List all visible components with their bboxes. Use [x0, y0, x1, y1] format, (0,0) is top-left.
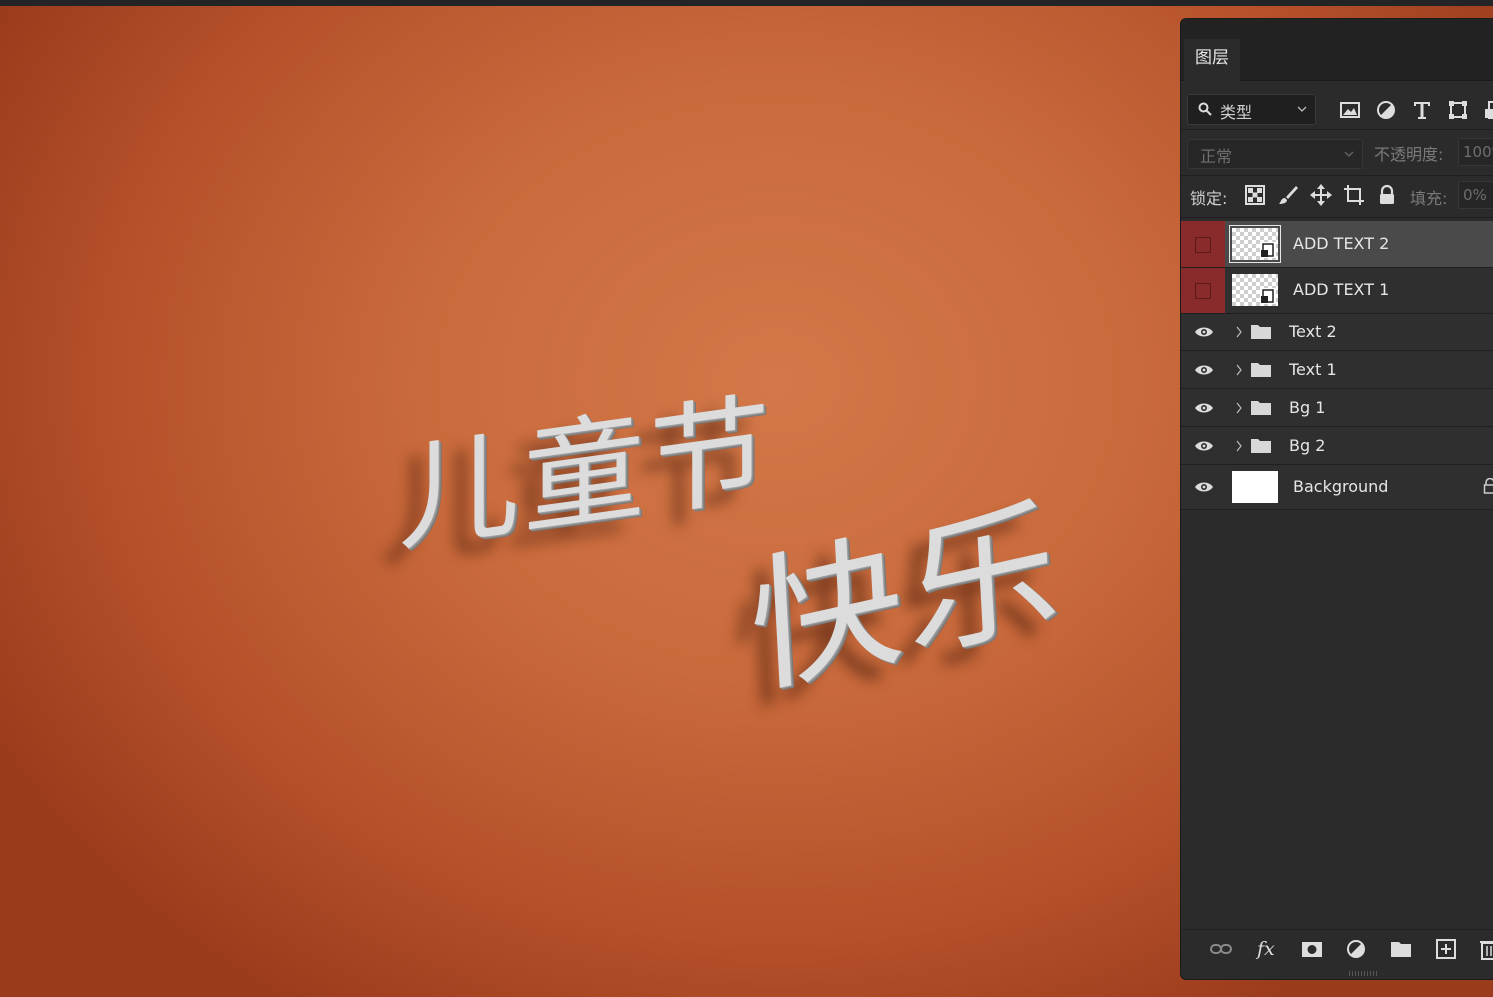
- lock-icon: [1483, 478, 1493, 494]
- chevron-right-icon[interactable]: [1235, 364, 1243, 376]
- layer-name: Text 1: [1289, 360, 1337, 379]
- folder-icon: [1251, 401, 1271, 415]
- artwork-text-line2: 快乐: [745, 478, 1068, 718]
- new-group-icon[interactable]: [1389, 938, 1413, 960]
- opacity-field[interactable]: 100%: [1458, 138, 1493, 166]
- fill-field[interactable]: 0%: [1458, 181, 1493, 209]
- layer-name: Bg 1: [1289, 398, 1326, 417]
- filter-kind-select[interactable]: 类型: [1187, 94, 1316, 125]
- layer-thumbnail: [1229, 225, 1281, 263]
- opacity-label: 不透明度:: [1374, 145, 1444, 164]
- chevron-right-icon[interactable]: [1235, 402, 1243, 414]
- chevron-down-icon: [1344, 151, 1354, 157]
- eye-icon[interactable]: [1194, 481, 1214, 493]
- layer-name: Bg 2: [1289, 436, 1326, 455]
- blend-mode-label: 正常: [1200, 147, 1233, 166]
- layer-name: Text 2: [1289, 322, 1337, 341]
- add-mask-icon[interactable]: [1300, 938, 1324, 960]
- smart-object-badge-icon: [1260, 242, 1276, 258]
- eye-icon[interactable]: [1194, 440, 1214, 452]
- smart-object-icon[interactable]: [1483, 99, 1493, 121]
- layer-name: Background: [1293, 477, 1389, 496]
- image-icon[interactable]: [1339, 99, 1361, 121]
- lock-paint-icon[interactable]: [1277, 184, 1299, 206]
- divider: [1181, 217, 1493, 218]
- layer-thumbnail: [1232, 274, 1278, 306]
- blend-mode-select[interactable]: 正常: [1187, 139, 1363, 169]
- search-icon: [1198, 102, 1212, 116]
- divider: [1181, 175, 1493, 176]
- layer-row-text-2[interactable]: Text 2: [1181, 314, 1493, 351]
- lock-position-icon[interactable]: [1310, 184, 1332, 206]
- eye-icon[interactable]: [1194, 402, 1214, 414]
- eye-icon[interactable]: [1194, 326, 1214, 338]
- layer-name: ADD TEXT 1: [1293, 280, 1390, 299]
- lock-all-icon[interactable]: [1376, 184, 1398, 206]
- layer-row-bg-1[interactable]: Bg 1: [1181, 389, 1493, 427]
- tab-layers[interactable]: 图层: [1184, 39, 1240, 81]
- hidden-eye-placeholder: [1195, 283, 1211, 299]
- delete-layer-icon[interactable]: [1477, 938, 1493, 960]
- artwork-text-line1: 儿童节: [398, 379, 774, 570]
- layer-row-bg-2[interactable]: Bg 2: [1181, 427, 1493, 465]
- hidden-eye-placeholder: [1195, 237, 1211, 253]
- shape-icon[interactable]: [1447, 99, 1469, 121]
- type-icon[interactable]: [1411, 99, 1433, 121]
- layers-panel: 图层 类型 正常 不透明度: 100% 锁定: 填充: 0% ADD TEXT …: [1180, 18, 1493, 980]
- smart-object-badge-icon: [1260, 288, 1276, 304]
- link-layers-icon[interactable]: [1209, 938, 1233, 960]
- fill-label: 填充:: [1410, 189, 1448, 208]
- chevron-right-icon[interactable]: [1235, 326, 1243, 338]
- layer-thumbnail: [1232, 471, 1278, 503]
- eye-icon[interactable]: [1194, 364, 1214, 376]
- resize-grip[interactable]: [1349, 971, 1379, 976]
- fx-icon[interactable]: fx: [1257, 938, 1281, 960]
- lock-label: 锁定:: [1190, 189, 1228, 208]
- folder-icon: [1251, 363, 1271, 377]
- layers-bottom-toolbar: fx: [1181, 929, 1493, 970]
- visibility-toggle[interactable]: [1181, 268, 1225, 313]
- folder-icon: [1251, 439, 1271, 453]
- adjustment-icon[interactable]: [1375, 99, 1397, 121]
- layer-row-text-1[interactable]: Text 1: [1181, 351, 1493, 389]
- new-layer-icon[interactable]: [1434, 938, 1458, 960]
- lock-transparent-icon[interactable]: [1244, 184, 1266, 206]
- new-adjustment-icon[interactable]: [1345, 938, 1369, 960]
- visibility-toggle[interactable]: [1181, 221, 1225, 267]
- layer-row-add-text-2[interactable]: ADD TEXT 2: [1181, 221, 1493, 268]
- chevron-right-icon[interactable]: [1235, 440, 1243, 452]
- folder-icon: [1251, 325, 1271, 339]
- divider: [1181, 129, 1493, 130]
- layer-name: ADD TEXT 2: [1293, 234, 1390, 253]
- lock-artboard-icon[interactable]: [1343, 184, 1365, 206]
- layer-row-background[interactable]: Background: [1181, 465, 1493, 510]
- panel-tab-strip: 图层: [1181, 19, 1493, 81]
- layer-row-add-text-1[interactable]: ADD TEXT 1: [1181, 268, 1493, 314]
- chevron-down-icon: [1297, 106, 1307, 112]
- filter-kind-label: 类型: [1220, 103, 1253, 122]
